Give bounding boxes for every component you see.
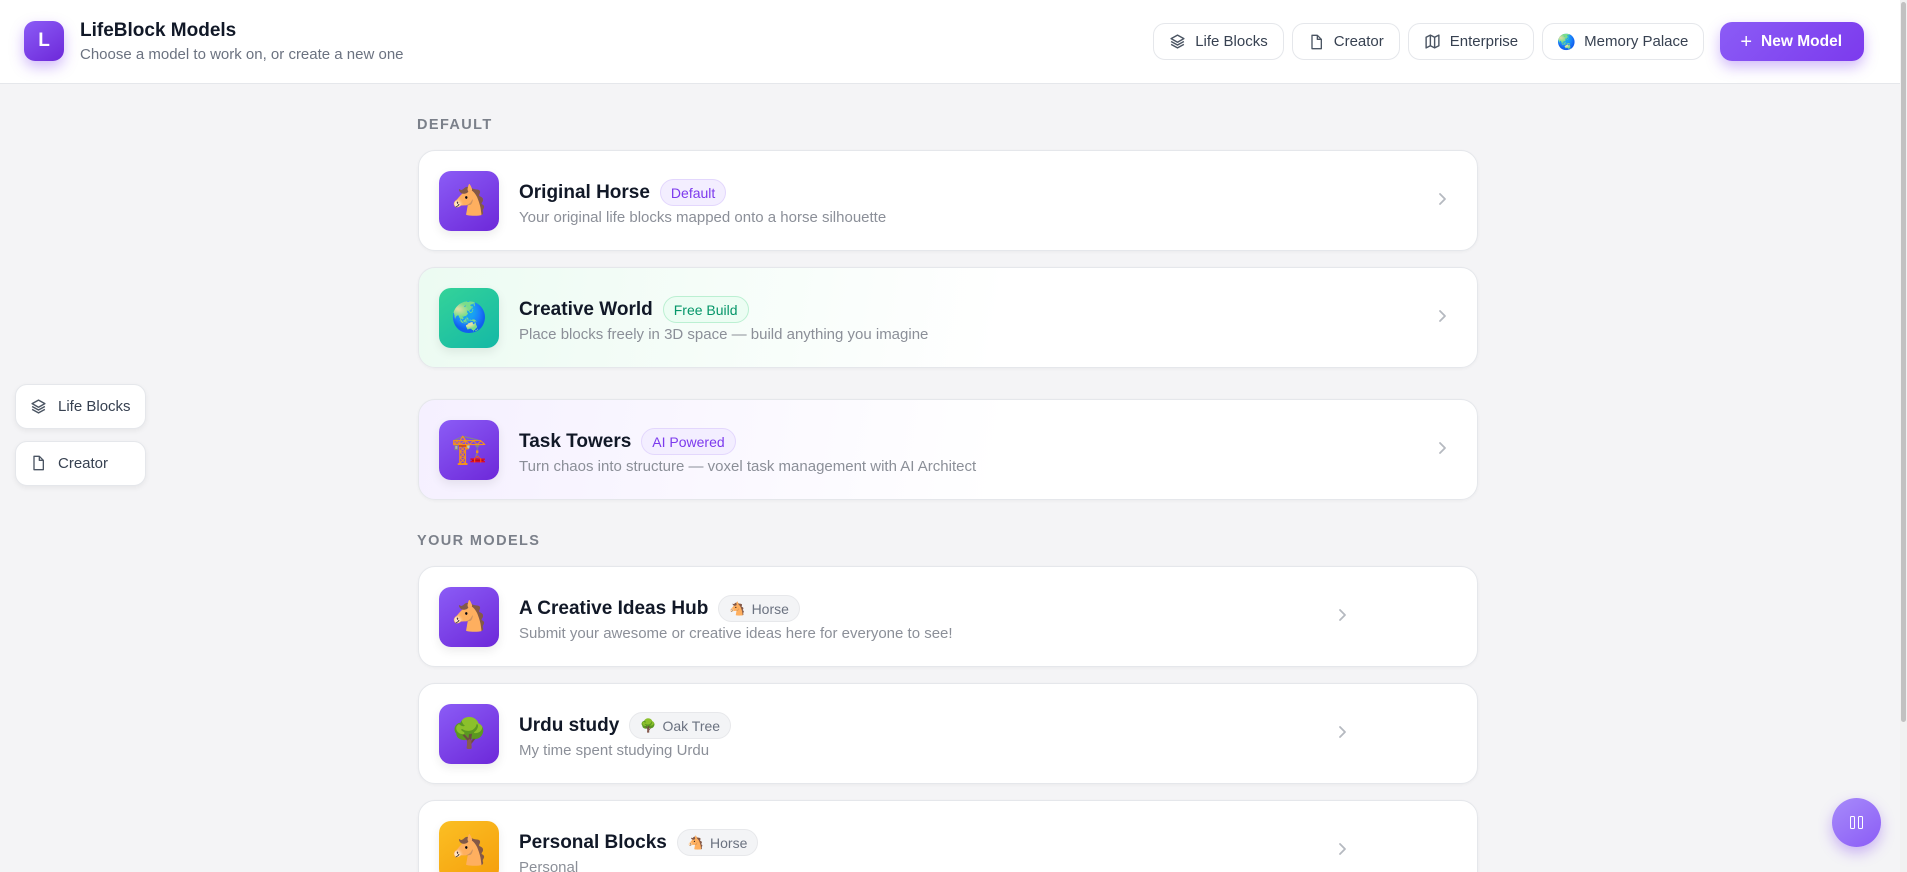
nav-enterprise-label: Enterprise [1449, 33, 1519, 50]
tree-icon: 🌳 [439, 704, 499, 764]
model-badge: Default [659, 179, 727, 206]
globe-icon: 🌏 [1557, 33, 1576, 51]
page-title: LifeBlock Models [80, 20, 237, 41]
pause-icon [1850, 816, 1855, 829]
model-card-original-horse[interactable]: 🐴 Original Horse Default Your original l… [418, 150, 1478, 251]
app-logo[interactable]: L [24, 21, 64, 61]
top-bar: L LifeBlock Models Choose a model to wor… [0, 0, 1900, 84]
model-title: Task Towers [519, 430, 632, 452]
chevron-right-icon [1337, 605, 1349, 625]
nav-life-blocks-button[interactable]: Life Blocks [1153, 23, 1284, 60]
model-card-creative-world[interactable]: 🌏 Creative World Free Build Place blocks… [418, 267, 1478, 368]
page-subtitle: Choose a model to work on, or create a n… [80, 46, 404, 63]
side-creator-button[interactable]: Creator [15, 441, 146, 486]
model-title: Urdu study [519, 714, 620, 736]
new-model-label: New Model [1761, 32, 1842, 50]
model-description: Submit your awesome or creative ideas he… [519, 625, 953, 642]
horse-icon: 🐴 [687, 834, 705, 850]
model-description: Turn chaos into structure — voxel task m… [519, 458, 977, 475]
model-badge: Free Build [662, 296, 749, 323]
nav-enterprise-button[interactable]: Enterprise [1407, 23, 1535, 60]
model-title: Creative World [519, 298, 653, 320]
model-title: Original Horse [519, 181, 650, 203]
chevron-right-icon [1437, 438, 1449, 458]
model-card-creative-ideas-hub[interactable]: 🐴 A Creative Ideas Hub 🐴 Horse Submit yo… [418, 566, 1478, 667]
model-type-label: Oak Tree [662, 717, 721, 734]
horse-icon: 🐴 [439, 821, 499, 872]
model-badge: AI Powered [641, 428, 736, 455]
side-life-blocks-label: Life Blocks [58, 398, 131, 415]
map-icon [1424, 33, 1441, 50]
model-type-label: Horse [710, 834, 748, 851]
model-description: Your original life blocks mapped onto a … [519, 209, 887, 226]
layers-icon [30, 398, 47, 415]
model-type-label: Horse [751, 600, 789, 617]
globe-icon: 🌏 [439, 288, 499, 348]
chevron-right-icon [1337, 722, 1349, 742]
logo-letter: L [38, 30, 50, 51]
model-description: Place blocks freely in 3D space — build … [519, 326, 929, 343]
file-icon [30, 455, 47, 472]
layers-icon [1169, 33, 1186, 50]
horse-icon: 🐴 [439, 171, 499, 231]
section-label-default: DEFAULT [417, 117, 493, 133]
nav-memory-palace-label: Memory Palace [1584, 33, 1689, 50]
new-model-button[interactable]: + New Model [1720, 22, 1864, 61]
nav-creator-label: Creator [1333, 33, 1384, 50]
construction-crane-icon: 🏗️ [439, 420, 499, 480]
model-type-badge: 🐴 Horse [718, 595, 800, 622]
horse-icon: 🐴 [439, 587, 499, 647]
model-type-badge: 🌳 Oak Tree [629, 712, 732, 739]
plus-icon: + [1740, 30, 1753, 53]
model-description: My time spent studying Urdu [519, 742, 710, 759]
side-creator-label: Creator [58, 455, 109, 472]
nav-memory-palace-button[interactable]: 🌏 Memory Palace [1542, 23, 1705, 60]
file-icon [1308, 33, 1325, 50]
nav-life-blocks-label: Life Blocks [1195, 33, 1268, 50]
section-label-your-models: YOUR MODELS [417, 533, 541, 549]
model-card-task-towers[interactable]: 🏗️ Task Towers AI Powered Turn chaos int… [418, 399, 1478, 500]
tree-icon: 🌳 [640, 717, 657, 733]
pause-icon-bar [1858, 816, 1863, 829]
pause-button[interactable] [1832, 798, 1881, 847]
chevron-right-icon [1437, 189, 1449, 209]
model-title: A Creative Ideas Hub [519, 597, 709, 619]
nav-creator-button[interactable]: Creator [1291, 23, 1400, 60]
chevron-right-icon [1437, 306, 1449, 326]
model-type-badge: 🐴 Horse [676, 829, 759, 856]
scrollbar-thumb[interactable] [1901, 2, 1906, 722]
model-card-personal-blocks[interactable]: 🐴 Personal Blocks 🐴 Horse Personal [418, 800, 1478, 872]
model-title: Personal Blocks [519, 831, 667, 853]
top-nav: Life Blocks Creator Enterprise 🌏 Memory … [1153, 22, 1864, 61]
side-nav: Life Blocks Creator [15, 384, 146, 486]
chevron-right-icon [1337, 839, 1349, 859]
side-life-blocks-button[interactable]: Life Blocks [15, 384, 146, 429]
horse-icon: 🐴 [729, 600, 746, 616]
model-card-urdu-study[interactable]: 🌳 Urdu study 🌳 Oak Tree My time spent st… [418, 683, 1478, 784]
model-description: Personal [519, 859, 579, 872]
